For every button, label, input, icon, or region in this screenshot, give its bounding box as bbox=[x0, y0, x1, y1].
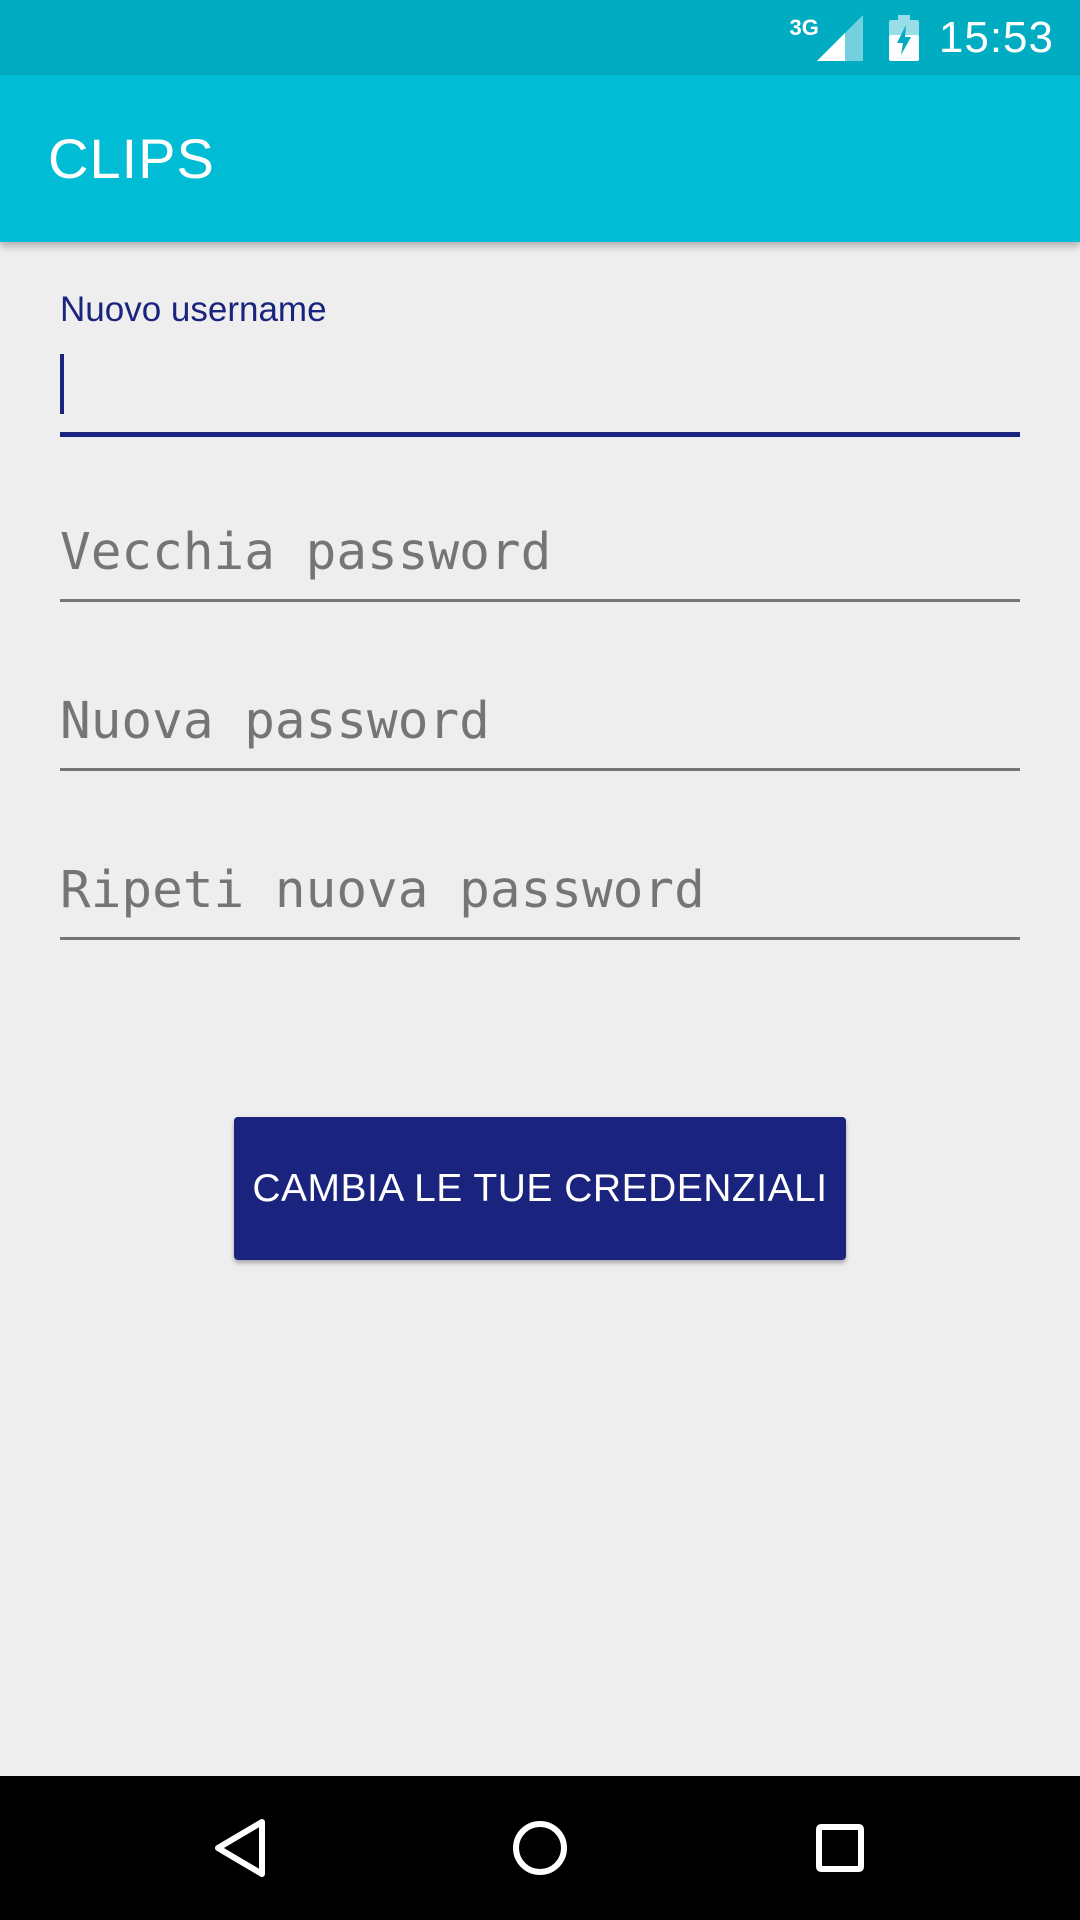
status-bar: 3G 15:53 bbox=[0, 0, 1080, 75]
recents-icon[interactable] bbox=[804, 1812, 876, 1884]
old-password-input[interactable] bbox=[60, 522, 1020, 582]
username-field-group: Nuovo username bbox=[60, 242, 1020, 442]
network-type-label: 3G bbox=[789, 14, 819, 40]
old-password-underline bbox=[60, 599, 1020, 602]
new-password-input[interactable] bbox=[60, 691, 1020, 751]
username-input[interactable] bbox=[60, 354, 1020, 414]
home-icon[interactable] bbox=[504, 1812, 576, 1884]
new-password-underline bbox=[60, 768, 1020, 771]
back-icon[interactable] bbox=[204, 1812, 276, 1884]
repeat-password-underline bbox=[60, 937, 1020, 940]
username-underline bbox=[60, 432, 1020, 437]
app-bar: CLIPS bbox=[0, 75, 1080, 242]
navigation-bar bbox=[0, 1776, 1080, 1920]
battery-charging-icon bbox=[888, 14, 919, 61]
username-label: Nuovo username bbox=[60, 290, 327, 329]
repeat-password-input[interactable] bbox=[60, 860, 1020, 920]
old-password-field-group bbox=[60, 522, 1020, 622]
repeat-password-field-group bbox=[60, 860, 1020, 960]
signal-icon bbox=[816, 14, 863, 61]
new-password-field-group bbox=[60, 691, 1020, 791]
app-title: CLIPS bbox=[48, 127, 215, 190]
text-cursor bbox=[60, 354, 64, 414]
change-credentials-button[interactable]: CAMBIA LE TUE CREDENZIALI bbox=[234, 1117, 846, 1260]
status-clock: 15:53 bbox=[938, 12, 1054, 62]
